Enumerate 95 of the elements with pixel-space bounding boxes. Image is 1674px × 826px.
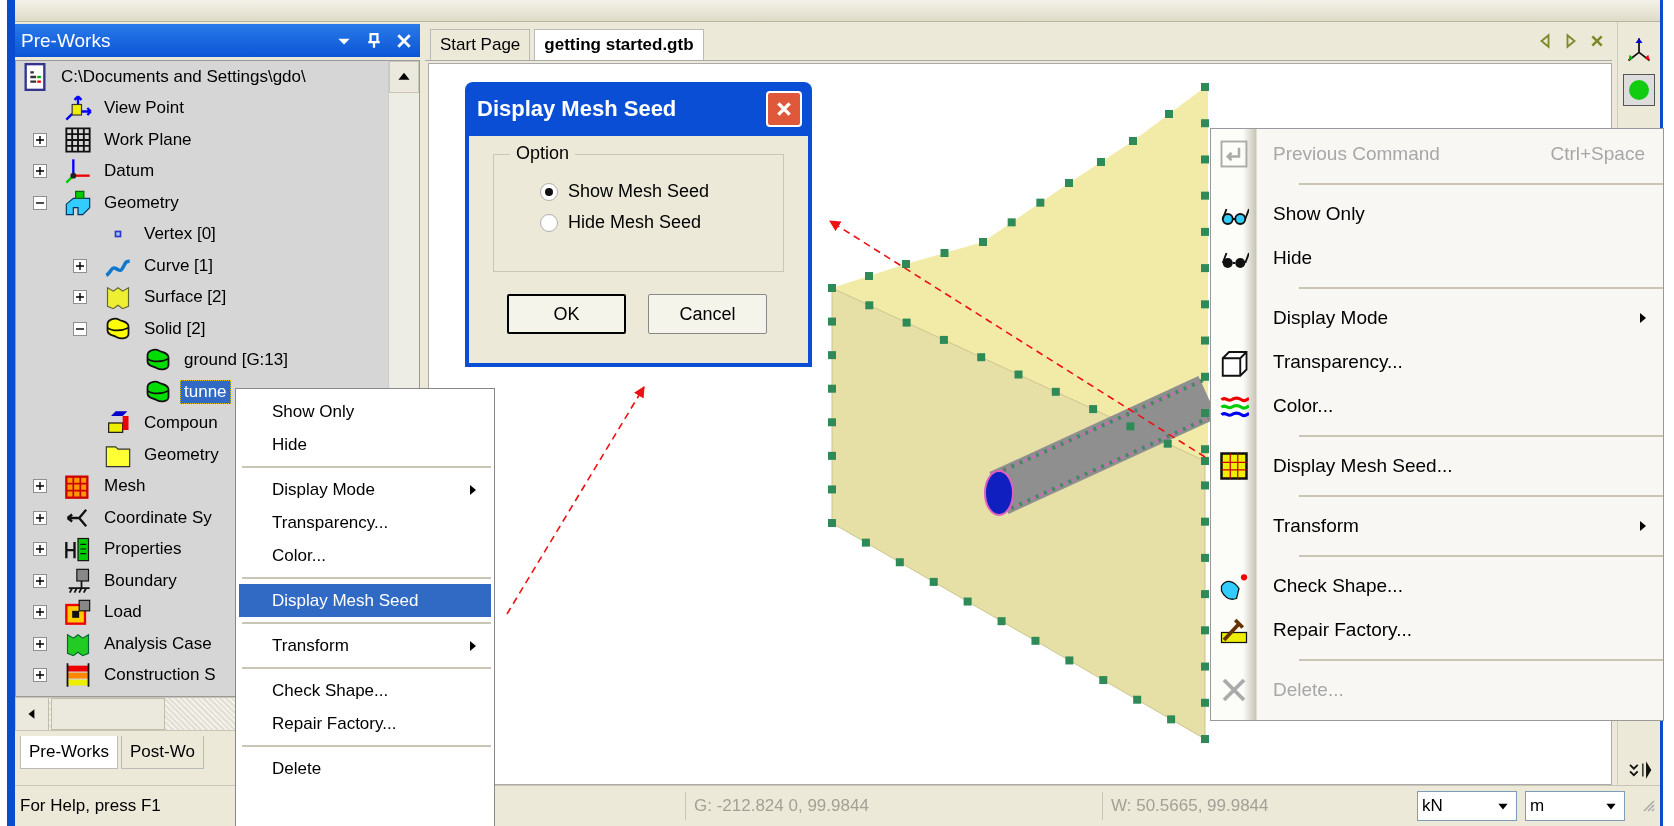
expand-toggle[interactable] — [33, 573, 47, 588]
dialog-button[interactable]: OK — [507, 294, 626, 334]
expand-toggle[interactable] — [33, 510, 47, 525]
tree-item[interactable]: Compoun — [140, 411, 222, 436]
unit-dropdown[interactable]: m — [1525, 791, 1625, 821]
menu-item[interactable]: Color... — [1211, 384, 1663, 428]
submenu-arrow-icon — [469, 483, 477, 496]
submenu-arrow-icon — [469, 639, 477, 652]
pin-icon[interactable] — [366, 32, 382, 49]
menu-item[interactable]: Repair Factory... — [1211, 608, 1663, 652]
axes-icon — [64, 157, 92, 186]
expand-toggle[interactable] — [33, 132, 47, 147]
tree-item[interactable]: Properties — [100, 537, 186, 562]
menu-item[interactable]: Transform — [239, 629, 491, 662]
expand-toggle[interactable] — [33, 605, 47, 620]
grid-icon — [64, 125, 92, 154]
scroll-up-button[interactable] — [389, 61, 419, 93]
radio-button[interactable] — [540, 182, 558, 201]
menu-item[interactable]: Transparency... — [239, 506, 491, 539]
help-text: For Help, press F1 — [20, 796, 162, 816]
expand-toggle[interactable] — [33, 479, 47, 494]
resize-grip-icon[interactable] — [1642, 799, 1656, 813]
viewpoint-axes-icon — [64, 94, 92, 123]
menu-item[interactable]: Transform — [1211, 504, 1663, 548]
tree-item[interactable]: Geometry — [140, 442, 223, 467]
panel-title: Pre-Works — [21, 29, 112, 52]
tree-item[interactable]: Geometry — [100, 190, 183, 215]
next-tab-icon[interactable] — [1564, 32, 1578, 50]
menu-item[interactable]: Show Only — [1211, 192, 1663, 236]
menu-item[interactable]: Display Mesh Seed... — [1211, 444, 1663, 488]
expand-toggle[interactable] — [73, 321, 87, 336]
tree-item[interactable]: Boundary — [100, 568, 181, 593]
scroll-left-button[interactable] — [16, 698, 49, 730]
radio-option[interactable]: Show Mesh Seed — [540, 181, 783, 202]
tree-item[interactable]: Analysis Case — [100, 631, 216, 656]
expand-toggle[interactable] — [73, 258, 87, 273]
radio-button[interactable] — [540, 213, 558, 232]
menu-item[interactable]: Repair Factory... — [239, 707, 491, 740]
menu-item[interactable]: Display Mode — [1211, 296, 1663, 340]
radio-option[interactable]: Hide Mesh Seed — [540, 212, 783, 233]
close-icon — [775, 100, 793, 118]
scroll-arrows-icon[interactable] — [1626, 761, 1652, 779]
unit-dropdown[interactable]: kN — [1417, 791, 1517, 821]
mesh-grid-icon — [1219, 451, 1249, 481]
menu-item[interactable]: Show Only — [239, 395, 491, 428]
expand-toggle[interactable] — [73, 290, 87, 305]
tree-item[interactable]: View Point — [100, 96, 188, 121]
document-tab[interactable]: getting started.gtb — [534, 29, 704, 60]
scrollbar-thumb[interactable] — [51, 698, 165, 730]
layers-icon — [64, 661, 92, 690]
menu-item[interactable]: Delete — [239, 752, 491, 785]
global-coordinates: G: -212.824 0, 99.9844 — [685, 792, 1102, 820]
panel-tab[interactable]: Post-Wo — [121, 736, 204, 769]
tree-item[interactable]: C:\Documents and Settings\gdo\ — [57, 64, 310, 89]
solid-block-icon — [64, 188, 92, 217]
tree-item[interactable]: Mesh — [100, 474, 150, 499]
group-label: Option — [510, 143, 576, 164]
dialog-button[interactable]: Cancel — [648, 294, 767, 334]
tree-item[interactable]: ground [G:13] — [180, 348, 292, 373]
tree-item[interactable]: Solid [2] — [140, 316, 210, 341]
expand-toggle[interactable] — [33, 195, 47, 210]
tree-item[interactable]: Surface [2] — [140, 285, 231, 310]
menu-item[interactable]: Transparency... — [1211, 340, 1663, 384]
previous-tab-icon[interactable] — [1538, 32, 1552, 50]
menu-item[interactable]: Hide — [239, 428, 491, 461]
expand-toggle[interactable] — [33, 164, 47, 179]
close-icon[interactable] — [396, 32, 412, 49]
menu-item[interactable]: Check Shape... — [239, 674, 491, 707]
submenu-arrow-icon — [1639, 311, 1647, 325]
tree-item[interactable]: Construction S — [100, 663, 220, 688]
tree-item[interactable]: Curve [1] — [140, 253, 217, 278]
tree-item[interactable]: Work Plane — [100, 127, 196, 152]
menu-item[interactable]: Color... — [239, 539, 491, 572]
load-icon — [64, 598, 92, 627]
menu-item[interactable]: Display Mesh Seed — [239, 584, 491, 617]
panel-tab[interactable]: Pre-Works — [20, 736, 118, 769]
menu-item[interactable]: Display Mode — [239, 473, 491, 506]
menu-item[interactable]: Check Shape... — [1211, 564, 1663, 608]
menu-item[interactable]: Hide — [1211, 236, 1663, 280]
view-button[interactable] — [1623, 74, 1655, 106]
close-button[interactable] — [766, 91, 802, 127]
tree-item[interactable]: Load — [100, 600, 146, 625]
expand-toggle[interactable] — [33, 636, 47, 651]
expand-toggle[interactable] — [33, 668, 47, 683]
submenu-arrow-icon — [1639, 519, 1647, 533]
dialog-title: Display Mesh Seed — [477, 96, 677, 122]
axes-icon[interactable] — [1625, 36, 1653, 64]
tree-item[interactable]: Datum — [100, 159, 159, 184]
tree-item[interactable]: Coordinate Sy — [100, 505, 216, 530]
expand-toggle[interactable] — [33, 542, 47, 557]
tree-item[interactable]: Vertex [0] — [140, 222, 220, 247]
document-tab[interactable]: Start Page — [430, 29, 531, 60]
tree-item[interactable]: tunne — [180, 379, 231, 404]
shape-question-icon — [1219, 571, 1249, 601]
properties-icon — [64, 535, 92, 564]
